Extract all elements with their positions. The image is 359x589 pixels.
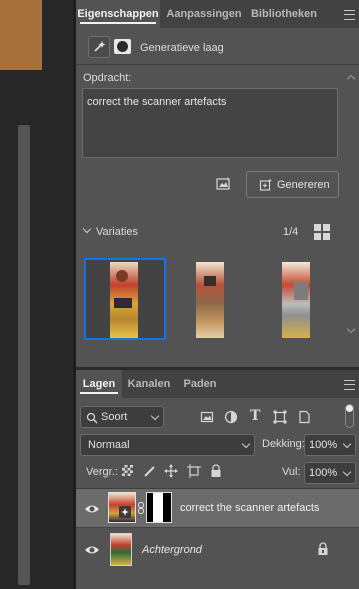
canvas-scrollbar[interactable] <box>18 125 30 585</box>
blend-mode-dropdown[interactable]: Normaal <box>80 434 255 456</box>
fill-value: 100% <box>309 467 338 479</box>
adjustment-layer-filter-icon[interactable] <box>224 410 238 424</box>
variation-image <box>196 262 224 338</box>
prompt-text: correct the scanner artefacts <box>87 96 227 108</box>
lock-image-pixels-icon[interactable] <box>143 464 157 478</box>
prompt-label: Opdracht: <box>83 72 132 84</box>
search-icon <box>86 412 98 424</box>
tab-eigenschappen[interactable]: Eigenschappen <box>76 0 160 28</box>
variation-image <box>282 262 310 338</box>
tab-kanalen[interactable]: Kanalen <box>124 370 174 398</box>
layer-thumbnail <box>110 533 132 566</box>
tab-lagen[interactable]: Lagen <box>76 370 122 398</box>
grid-cell <box>323 224 330 231</box>
type-layer-filter-icon[interactable]: T <box>250 408 260 424</box>
filter-toggle[interactable] <box>345 404 354 428</box>
filter-label: Soort <box>101 411 128 423</box>
layer-thumbnail <box>108 492 136 523</box>
fill-field[interactable]: 100% <box>304 462 356 484</box>
chevron-down-icon <box>342 439 352 449</box>
image-detail <box>116 270 128 282</box>
scroll-up-icon[interactable] <box>346 74 356 84</box>
reference-image-icon[interactable] <box>215 176 233 192</box>
variation-thumbnail-2[interactable] <box>176 258 258 340</box>
document-canvas[interactable] <box>0 0 42 70</box>
chevron-down-icon <box>241 439 251 449</box>
visibility-eye-icon[interactable] <box>84 503 100 515</box>
chevron-down-icon <box>150 411 160 421</box>
variation-count: 1/4 <box>283 226 299 238</box>
tab-label: Lagen <box>82 378 116 390</box>
layer-name[interactable]: correct the scanner artefacts <box>180 502 319 514</box>
tab-paden[interactable]: Paden <box>178 370 222 398</box>
variations-collapse-icon[interactable] <box>82 224 92 234</box>
mask-white-area <box>153 493 163 522</box>
grid-cell <box>314 224 321 231</box>
generate-button[interactable]: Genereren <box>246 171 339 198</box>
image-detail <box>204 276 216 286</box>
panel-menu-icon[interactable] <box>344 10 355 20</box>
image-detail <box>294 282 308 300</box>
variations-label: Variaties <box>96 226 138 238</box>
layer-mask-thumbnail[interactable] <box>146 492 172 523</box>
layer-row-background[interactable]: Achtergrond <box>76 529 359 569</box>
visibility-eye-icon[interactable] <box>84 544 100 556</box>
variation-image <box>110 262 138 338</box>
generate-icon <box>259 178 272 191</box>
lock-position-icon[interactable] <box>164 464 178 478</box>
grid-cell <box>314 233 321 240</box>
grid-view-icon[interactable] <box>314 224 330 240</box>
pixel-layer-filter-icon[interactable] <box>200 410 214 424</box>
generative-layer-badge-icon <box>119 506 131 518</box>
tab-aanpassingen[interactable]: Aanpassingen <box>166 0 242 28</box>
mask-circle <box>117 41 128 52</box>
generative-icon-button[interactable] <box>88 36 110 58</box>
opacity-value: 100% <box>309 439 338 451</box>
properties-panel: Eigenschappen Aanpassingen Bibliotheken … <box>76 0 359 367</box>
tab-label: Bibliotheken <box>250 8 317 20</box>
lock-transparent-pixels-icon[interactable] <box>122 465 133 476</box>
lock-all-icon[interactable] <box>210 464 222 478</box>
fill-label: Vul: <box>282 466 301 478</box>
properties-tabbar: Eigenschappen Aanpassingen Bibliotheken <box>76 0 359 28</box>
lock-artboard-icon[interactable] <box>187 464 201 478</box>
lock-label: Vergr.: <box>86 466 118 478</box>
toggle-knob <box>346 405 353 412</box>
variation-thumbnail-3[interactable] <box>266 258 348 340</box>
generate-label: Genereren <box>277 179 330 191</box>
tab-label: Aanpassingen <box>166 8 242 20</box>
divider <box>76 64 359 65</box>
panel-menu-icon[interactable] <box>344 380 355 390</box>
opacity-label: Dekking: <box>262 438 305 450</box>
scroll-down-icon[interactable] <box>346 324 356 334</box>
canvas-area[interactable] <box>0 0 73 589</box>
variation-thumbnail-1[interactable] <box>84 258 166 340</box>
grid-cell <box>323 233 330 240</box>
opacity-field[interactable]: 100% <box>304 434 356 456</box>
layer-name[interactable]: Achtergrond <box>142 544 202 556</box>
image-detail <box>114 298 132 308</box>
smart-object-filter-icon[interactable] <box>297 410 311 424</box>
layer-mask-icon <box>114 39 131 54</box>
lock-icon[interactable] <box>317 542 329 556</box>
tab-label: Eigenschappen <box>77 8 159 20</box>
layer-type-label: Generatieve laag <box>140 42 224 54</box>
prompt-textarea[interactable]: correct the scanner artefacts <box>82 88 338 158</box>
tab-label: Kanalen <box>127 378 171 390</box>
layers-tabbar: Lagen Kanalen Paden <box>76 370 359 398</box>
shape-layer-filter-icon[interactable] <box>273 410 287 424</box>
divider <box>76 527 359 528</box>
tab-label: Paden <box>183 378 217 390</box>
link-icon[interactable] <box>137 502 145 514</box>
layer-row-generative[interactable]: correct the scanner artefacts <box>76 489 359 527</box>
sparkle-brush-icon <box>94 41 106 52</box>
tab-bibliotheken[interactable]: Bibliotheken <box>248 0 320 28</box>
layer-filter-dropdown[interactable]: Soort <box>80 406 164 428</box>
chevron-down-icon <box>342 467 352 477</box>
blend-mode-value: Normaal <box>88 439 130 451</box>
